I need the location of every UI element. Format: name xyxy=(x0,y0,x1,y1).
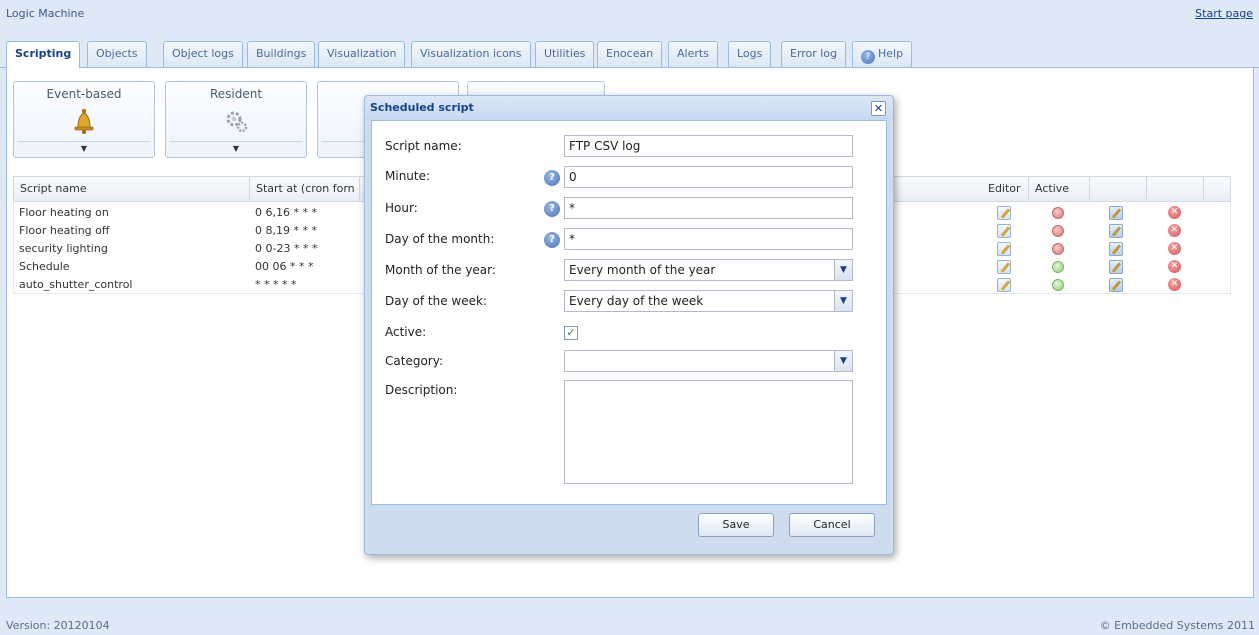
script-name-label: Script name: xyxy=(385,139,462,153)
minute-label: Minute: xyxy=(385,169,431,183)
month-of-year-value: Every month of the year xyxy=(569,263,716,277)
resident-button[interactable]: Resident ▼ xyxy=(165,81,307,158)
tab-visualization-icons[interactable]: Visualization icons xyxy=(411,41,531,67)
chevron-down-icon: ▼ xyxy=(232,144,240,153)
dialog-title: Scheduled script xyxy=(370,101,474,114)
col-editor[interactable]: Editor xyxy=(982,177,1029,201)
hour-label: Hour: xyxy=(385,201,418,215)
copyright-text: © Embedded Systems 2011 xyxy=(1099,619,1255,632)
edit-properties-icon[interactable] xyxy=(1109,224,1123,238)
edit-properties-icon[interactable] xyxy=(1109,278,1123,292)
dialog-footer: Save Cancel xyxy=(371,505,887,549)
help-icon[interactable]: ? xyxy=(544,201,560,217)
tab-error-log[interactable]: Error log xyxy=(781,41,847,67)
col-start-at[interactable]: Start at (cron forn xyxy=(250,177,360,201)
delete-icon[interactable]: ✕ xyxy=(1168,206,1181,219)
edit-script-icon[interactable] xyxy=(997,260,1011,274)
edit-properties-icon[interactable] xyxy=(1109,260,1123,274)
cron-cell: 00 06 * * * xyxy=(255,260,314,273)
col-delete xyxy=(1147,177,1204,201)
chevron-down-icon: ▼ xyxy=(80,144,88,153)
tab-objects[interactable]: Objects xyxy=(87,41,147,67)
day-of-month-input[interactable]: * xyxy=(564,228,853,250)
tab-help[interactable]: ? Help xyxy=(852,41,913,67)
description-label: Description: xyxy=(385,383,458,397)
day-of-week-select[interactable]: Every day of the week ▼ xyxy=(564,290,853,312)
tab-scripting[interactable]: Scripting xyxy=(6,41,81,68)
resident-label: Resident xyxy=(209,87,263,101)
gears-icon xyxy=(226,111,248,133)
tab-alerts[interactable]: Alerts xyxy=(668,41,718,67)
tab-help-label: Help xyxy=(878,47,904,60)
day-of-week-value: Every day of the week xyxy=(569,294,704,308)
edit-properties-icon[interactable] xyxy=(1109,242,1123,256)
delete-icon[interactable]: ✕ xyxy=(1168,242,1181,255)
script-name-cell: auto_shutter_control xyxy=(19,278,133,291)
tab-buildings[interactable]: Buildings xyxy=(247,41,316,67)
help-icon[interactable]: ? xyxy=(544,232,560,248)
month-of-year-label: Month of the year: xyxy=(385,263,496,277)
version-text: Version: 20120104 xyxy=(6,619,110,632)
event-based-label: Event-based xyxy=(46,87,122,101)
inactive-status-icon[interactable] xyxy=(1052,225,1064,237)
chevron-down-icon[interactable]: ▼ xyxy=(834,351,852,371)
close-icon[interactable]: ✕ xyxy=(871,101,886,116)
script-name-cell: Schedule xyxy=(19,260,70,273)
script-name-cell: Floor heating on xyxy=(19,206,109,219)
active-label: Active: xyxy=(385,325,427,339)
top-bar: Logic Machine Start page xyxy=(0,0,1259,34)
month-of-year-select[interactable]: Every month of the year ▼ xyxy=(564,259,853,281)
delete-icon[interactable]: ✕ xyxy=(1168,260,1181,273)
dialog-header[interactable]: Scheduled script ✕ xyxy=(365,96,893,120)
edit-script-icon[interactable] xyxy=(997,278,1011,292)
col-properties xyxy=(1090,177,1147,201)
day-of-week-label: Day of the week: xyxy=(385,294,487,308)
chevron-down-icon[interactable]: ▼ xyxy=(834,291,852,311)
active-checkbox[interactable]: ✓ xyxy=(564,326,578,340)
cron-cell: 0 0-23 * * * xyxy=(255,242,318,255)
status-bar: Version: 20120104 © Embedded Systems 201… xyxy=(0,614,1259,635)
tab-object-logs[interactable]: Object logs xyxy=(163,41,243,67)
edit-script-icon[interactable] xyxy=(997,242,1011,256)
active-status-icon[interactable] xyxy=(1052,261,1064,273)
delete-icon[interactable]: ✕ xyxy=(1168,278,1181,291)
bell-icon xyxy=(74,109,94,134)
edit-script-icon[interactable] xyxy=(997,206,1011,220)
help-icon: ? xyxy=(861,50,875,64)
tab-visualization[interactable]: Visualization xyxy=(318,41,406,67)
description-textarea[interactable] xyxy=(564,380,853,484)
cron-cell: * * * * * xyxy=(255,278,297,291)
script-name-input[interactable]: FTP CSV log xyxy=(564,135,853,157)
edit-script-icon[interactable] xyxy=(997,224,1011,238)
hour-input[interactable]: * xyxy=(564,197,853,219)
chevron-down-icon[interactable]: ▼ xyxy=(834,260,852,280)
minute-input[interactable]: 0 xyxy=(564,166,853,188)
active-status-icon[interactable] xyxy=(1052,279,1064,291)
script-name-cell: security lighting xyxy=(19,242,108,255)
tab-utilities[interactable]: Utilities xyxy=(535,41,595,67)
tab-enocean[interactable]: Enocean xyxy=(597,41,663,67)
delete-icon[interactable]: ✕ xyxy=(1168,224,1181,237)
main-tabs: Scripting Objects Object logs Buildings … xyxy=(0,34,1259,68)
category-label: Category: xyxy=(385,354,443,368)
scheduled-script-dialog: Scheduled script ✕ Script name: FTP CSV … xyxy=(364,95,894,555)
inactive-status-icon[interactable] xyxy=(1052,207,1064,219)
event-based-button[interactable]: Event-based ▼ xyxy=(13,81,155,158)
col-active[interactable]: Active xyxy=(1029,177,1090,201)
app-title: Logic Machine xyxy=(6,7,85,20)
save-button[interactable]: Save xyxy=(698,513,774,537)
tab-logs[interactable]: Logs xyxy=(728,41,772,67)
day-of-month-label: Day of the month: xyxy=(385,232,495,246)
edit-properties-icon[interactable] xyxy=(1109,206,1123,220)
cron-cell: 0 8,19 * * * xyxy=(255,224,317,237)
cancel-button[interactable]: Cancel xyxy=(789,513,875,537)
script-name-cell: Floor heating off xyxy=(19,224,110,237)
start-page-link[interactable]: Start page xyxy=(1195,7,1253,20)
help-icon[interactable]: ? xyxy=(544,170,560,186)
category-select[interactable]: ▼ xyxy=(564,350,853,372)
dialog-form: Script name: FTP CSV log Minute: ? 0 Hou… xyxy=(371,120,887,505)
inactive-status-icon[interactable] xyxy=(1052,243,1064,255)
cron-cell: 0 6,16 * * * xyxy=(255,206,317,219)
col-script-name[interactable]: Script name xyxy=(14,177,250,201)
